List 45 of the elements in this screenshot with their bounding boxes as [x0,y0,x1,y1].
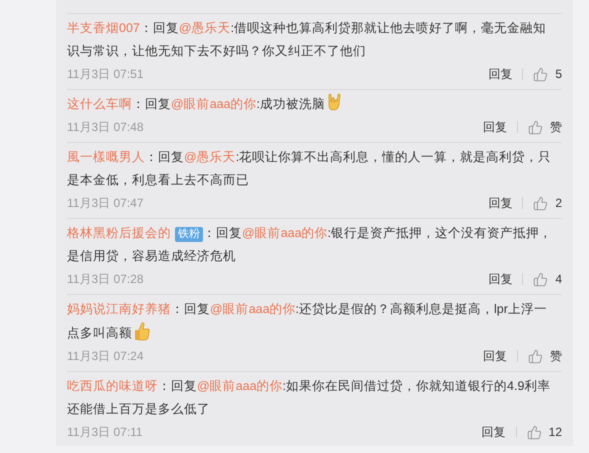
reply-link[interactable]: 回复 [488,65,512,83]
user-link[interactable]: 妈妈说江南好养猪 [67,302,171,316]
mention-link[interactable]: @愚乐天 [178,21,231,35]
comment-time: 11月3日 07:24 [67,348,144,365]
like-count: 5 [555,66,562,83]
mention-link[interactable]: @眼前aaa的你 [242,226,328,240]
hand-gesture-icon [326,93,342,111]
user-link[interactable]: 半支香烟007 [67,21,140,35]
user-link[interactable]: 風一樣嘅男人 [67,150,145,164]
reply-link[interactable]: 回复 [488,270,512,288]
like-icon[interactable] [533,272,548,286]
comment-text: 吃西瓜的味道呀：回复@眼前aaa的你:如果你在民间借过贷，你就知道银行的4.9利率还能借上百万是多么低了 [67,378,552,418]
reply-link[interactable]: 回复 [483,347,507,365]
comment-time: 11月3日 07:28 [67,271,144,288]
like-count: 4 [555,271,562,288]
like-icon[interactable] [528,348,543,364]
user-link[interactable]: 吃西瓜的味道呀 [67,379,158,393]
reply-link[interactable]: 回复 [483,118,507,136]
comment-text: 格林黑粉后援会的 铁粉 ：回复@眼前aaa的你:银行是资产抵押，这个没有资产抵押，是信用贷，容易造成经济危机 [67,225,554,265]
comment-text: 半支香烟007：回复@愚乐天:借呗这种也算高利贷那就让他去喷好了啊，毫无金融知识与常识，让他无知下去不好吗？你又纠正不了他们 [67,20,548,60]
comment-time: 11月3日 07:51 [67,66,144,83]
like-count: 2 [555,195,562,212]
comment-time: 11月3日 07:47 [67,195,144,212]
user-link[interactable]: 这什么车啊 [67,97,132,111]
comment-text: 妈妈说江南好养猪：回复@眼前aaa的你:还贷比是假的？高额利息是挺高，lpr上浮一点多叫高额 [67,301,548,343]
like-icon[interactable] [533,66,548,82]
comment-text: 这什么车啊：回复@眼前aaa的你:成功被洗脑 [67,93,559,116]
mention-link[interactable]: @愚乐天 [184,150,236,164]
thumbs-up-icon [133,321,151,341]
like-icon[interactable] [528,120,543,134]
like-count: 12 [548,424,562,441]
comment-time: 11月3日 07:11 [67,424,143,441]
like-icon[interactable] [533,196,548,210]
like-icon[interactable] [526,424,542,440]
reply-link[interactable]: 回复 [482,423,506,441]
mention-link[interactable]: @眼前aaa的你 [171,97,257,111]
fan-badge: 铁粉 [175,227,203,242]
comment-time: 11月3日 07:48 [67,119,144,136]
reply-link[interactable]: 回复 [488,194,512,212]
like-count: 赞 [550,348,562,365]
like-count: 赞 [550,119,562,136]
user-link[interactable]: 格林黑粉后援会的 [67,226,171,240]
mention-link[interactable]: @眼前aaa的你 [210,302,296,316]
mention-link[interactable]: @眼前aaa的你 [197,379,283,393]
comment-text: 風一樣嘅男人：回复@愚乐天:花呗让你算不出高利息，懂的人一算，就是高利贷，只是本金低，利息看上去不高而已 [67,149,552,189]
